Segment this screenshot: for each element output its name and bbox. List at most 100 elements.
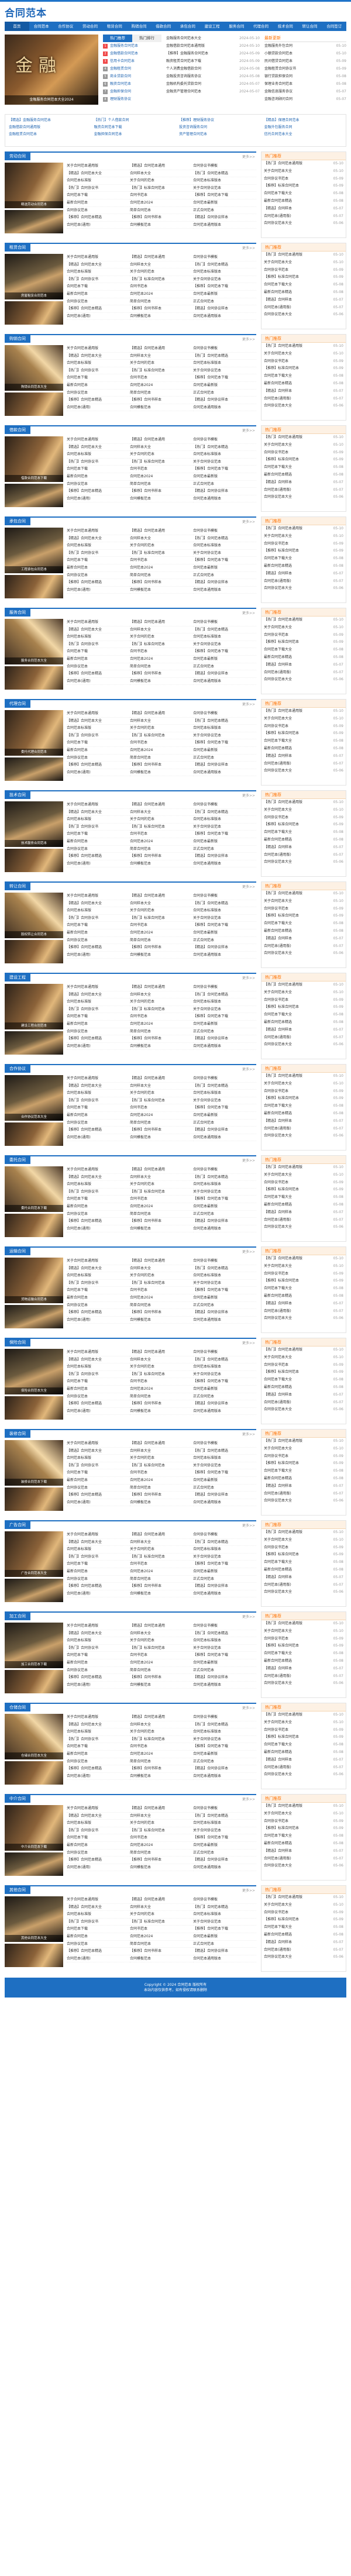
section-link[interactable]: 最新合同范本: [67, 838, 130, 846]
sidebar-link[interactable]: 【推荐】标准合同范本: [264, 1916, 332, 1924]
section-link[interactable]: 【热门】标准合同范本: [130, 459, 193, 466]
section-link[interactable]: 合同模板范本: [130, 952, 193, 959]
section-link[interactable]: 合同模板范本: [130, 587, 193, 594]
section-thumbnail[interactable]: 委托代理合同范本: [5, 710, 63, 756]
section-link[interactable]: 合同书范本: [130, 1561, 193, 1568]
sidebar-link[interactable]: 【推荐】标准合同范本: [264, 1004, 332, 1011]
sidebar-item[interactable]: 合同范本下载大全 05-08: [261, 1103, 346, 1110]
section-link[interactable]: 合同范本(通用): [67, 495, 130, 503]
section-link[interactable]: 【推荐】合同范本下载: [193, 739, 256, 747]
section-link[interactable]: 【推荐】合同范本下载: [193, 1652, 256, 1659]
section-link[interactable]: 合同样本大全: [130, 900, 193, 908]
section-link[interactable]: 【精选】合同范本通用: [130, 1714, 193, 1721]
section-link[interactable]: 合同范本最新版: [193, 1477, 256, 1485]
section-link[interactable]: 【热门】合同协议书: [67, 459, 130, 466]
sidebar-item[interactable]: 【热门】合同范本通用版 05-10: [261, 1073, 346, 1080]
sidebar-item[interactable]: 【推荐】标准合同范本 05-09: [261, 1369, 346, 1376]
section-link[interactable]: 合同书范本: [130, 466, 193, 473]
section-link[interactable]: 合同范本标准版本: [193, 1090, 256, 1097]
sidebar-item[interactable]: 合同协议范本大全 05-06: [261, 220, 346, 228]
sidebar-item[interactable]: 【热门】合同范本通用版 05-10: [261, 708, 346, 715]
section-link[interactable]: 关于合同协议范本: [193, 732, 256, 740]
latest-item[interactable]: 金融信息服务协议 05-07: [264, 88, 346, 95]
section-thumbnail[interactable]: 购销合同范本大全: [5, 345, 63, 391]
section-link[interactable]: 合同范本标准版本: [193, 1911, 256, 1919]
section-link[interactable]: 合同协议书模板: [193, 619, 256, 626]
sidebar-item[interactable]: 合同范本(通用版) 05-07: [261, 760, 346, 768]
section-link[interactable]: 合同范本(通用): [67, 1408, 130, 1416]
sidebar-link[interactable]: 最新合同范本精选: [264, 745, 332, 753]
section-link[interactable]: 合同范本最新版: [193, 1112, 256, 1120]
section-link[interactable]: 合同范本标准版: [67, 816, 130, 824]
section-link[interactable]: 合同模板范本: [130, 1682, 193, 1689]
section-link[interactable]: 合同范本通用版本: [193, 952, 256, 959]
hot-list-item[interactable]: 6 融资合同范本: [103, 80, 161, 88]
section-link[interactable]: 合同协议范本: [67, 1028, 130, 1036]
section-link[interactable]: 【推荐】合同范本下载: [193, 1378, 256, 1386]
section-link[interactable]: 【推荐】合同范本下载: [193, 466, 256, 473]
sidebar-item[interactable]: 【精选】合同样本 05-07: [261, 1574, 346, 1582]
section-link[interactable]: 合同范本通用版本: [193, 1773, 256, 1781]
more-link[interactable]: 更多>>: [242, 793, 255, 798]
section-link[interactable]: 【热门】合同协议书: [67, 1645, 130, 1652]
section-link[interactable]: 【推荐】合同范本下载: [193, 283, 256, 291]
sidebar-item[interactable]: 【热门】合同范本通用版 05-10: [261, 799, 346, 807]
section-link[interactable]: 合同范本2024: [130, 564, 193, 572]
section-link[interactable]: 【推荐】合同书样本: [130, 1674, 193, 1682]
section-link[interactable]: 【热门】标准合同范本: [130, 1462, 193, 1470]
sidebar-link[interactable]: 【精选】合同样本: [264, 570, 332, 578]
section-link[interactable]: 最新合同范本: [67, 564, 130, 572]
section-link[interactable]: 关于合同协议范本: [193, 824, 256, 831]
section-link[interactable]: 【推荐】合同书样本: [130, 1218, 193, 1225]
section-title[interactable]: 建设工程: [5, 974, 30, 982]
section-thumbnail-small[interactable]: [5, 1852, 63, 1876]
more-link[interactable]: 更多>>: [242, 428, 255, 433]
sidebar-item[interactable]: 合同范本下载大全 05-08: [261, 1194, 346, 1201]
sidebar-item[interactable]: 合同协议范本大全 05-06: [261, 1954, 346, 1961]
section-link[interactable]: 合同范本标准版本: [193, 816, 256, 824]
section-link[interactable]: 【热门】标准合同范本: [130, 1371, 193, 1379]
sidebar-link[interactable]: 【精选】合同样本: [264, 1027, 332, 1034]
section-link[interactable]: 合同范本标准版本: [193, 360, 256, 367]
sidebar-link[interactable]: 合同范本下载大全: [264, 738, 332, 745]
section-link[interactable]: 合同样本大全: [130, 1539, 193, 1547]
section-link[interactable]: 【热门】合同范本精选: [193, 1630, 256, 1638]
section-link[interactable]: 合同书范本: [130, 1652, 193, 1659]
sidebar-item[interactable]: 合同协议书范本 05-09: [261, 632, 346, 639]
section-link[interactable]: 合同范本下载: [67, 1013, 130, 1021]
section-thumbnail[interactable]: 广告合同范本大全: [5, 1531, 63, 1577]
section-link[interactable]: 正式合同范本: [193, 1120, 256, 1127]
section-link[interactable]: 合同范本通用版本: [193, 1408, 256, 1416]
sidebar-item[interactable]: 合同范本(通用版) 05-07: [261, 1673, 346, 1680]
section-link[interactable]: 【推荐】合同书样本: [130, 1035, 193, 1043]
section-link[interactable]: 合同范本下载: [67, 557, 130, 564]
sidebar-link[interactable]: 关于合同范本大全: [264, 807, 332, 814]
section-link[interactable]: 【精选】合同协议样本: [193, 762, 256, 769]
sidebar-item[interactable]: 合同范本下载大全 05-08: [261, 738, 346, 745]
section-thumbnail-small[interactable]: [5, 940, 63, 963]
more-link[interactable]: 更多>>: [242, 1066, 255, 1072]
sidebar-link[interactable]: 合同协议范本大全: [264, 402, 332, 410]
section-link[interactable]: 合同范本标准版本: [193, 1272, 256, 1280]
section-link[interactable]: 最新合同范本: [67, 1568, 130, 1576]
sidebar-link[interactable]: 关于合同范本大全: [264, 1080, 332, 1088]
section-link[interactable]: 【热门】标准合同范本: [130, 732, 193, 740]
section-link[interactable]: 合同范本通用版本: [193, 1134, 256, 1142]
section-thumbnail[interactable]: 合作协议范本大全: [5, 1075, 63, 1121]
sidebar-item[interactable]: 合同协议范本大全 05-06: [261, 950, 346, 958]
section-link[interactable]: 关于合同范本通用版: [67, 254, 130, 261]
sidebar-link[interactable]: 【精选】合同样本: [264, 753, 332, 760]
sidebar-item[interactable]: 【精选】合同样本 05-07: [261, 1939, 346, 1947]
section-thumbnail[interactable]: 保险合同范本大全: [5, 1349, 63, 1394]
sidebar-link[interactable]: 【精选】合同样本: [264, 479, 332, 487]
sidebar-item[interactable]: 关于合同范本大全 05-10: [261, 1080, 346, 1088]
article-link[interactable]: 融资租赁合同范本下载: [166, 57, 201, 65]
sidebar-item[interactable]: 【推荐】标准合同范本 05-09: [261, 1004, 346, 1011]
more-link[interactable]: 更多>>: [242, 519, 255, 524]
sidebar-item[interactable]: 合同协议范本大全 05-06: [261, 1589, 346, 1596]
section-link[interactable]: 【推荐】合同范本下载: [193, 374, 256, 382]
section-link[interactable]: 合同样本大全: [130, 1356, 193, 1364]
sidebar-link[interactable]: 【推荐】标准合同范本: [264, 1734, 332, 1741]
sidebar-link[interactable]: 最新合同范本精选: [264, 1293, 332, 1300]
section-link[interactable]: 【热门】合同范本精选: [193, 353, 256, 360]
